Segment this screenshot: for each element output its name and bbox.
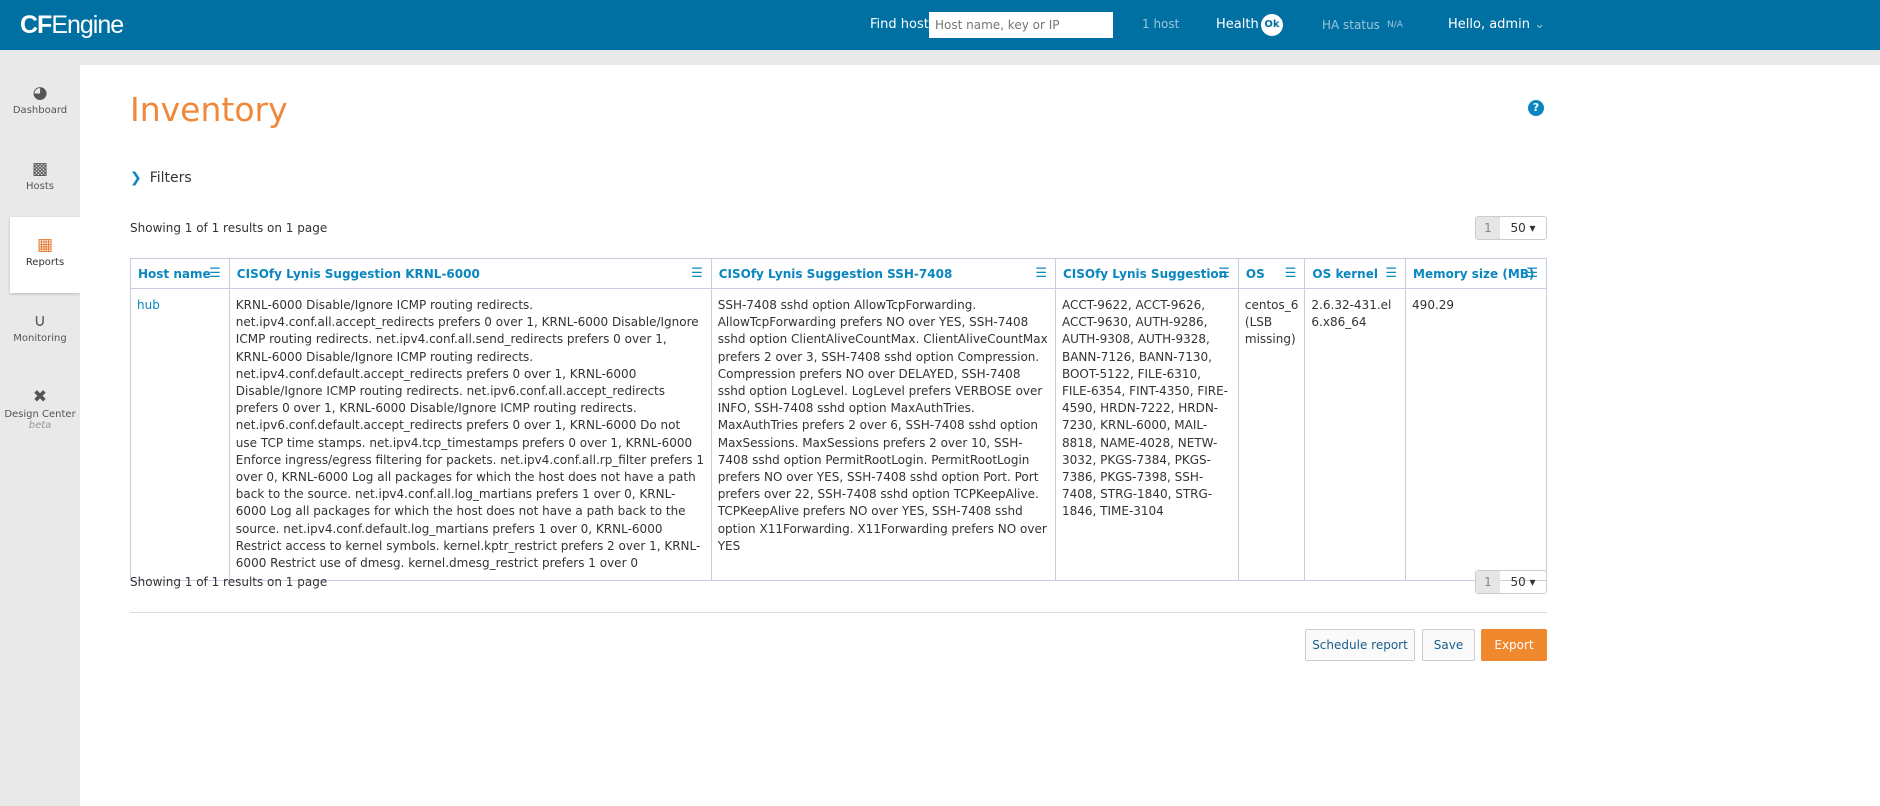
column-menu-icon[interactable]: ☰ (1526, 266, 1538, 281)
column-header-host-name[interactable]: Host name ☰ (130, 258, 230, 289)
page-button[interactable]: 1 (1476, 571, 1500, 593)
header-label: CISOfy Lynis Suggestion (1062, 266, 1228, 281)
sidebar-item-label: Monitoring (13, 333, 67, 344)
per-page-value: 50 (1510, 221, 1526, 235)
pagination-bottom: 1 50 ▾ (1475, 570, 1547, 594)
sidebar-item-label: Hosts (26, 181, 54, 192)
column-menu-icon[interactable]: ☰ (1218, 266, 1230, 281)
sidebar-item-reports[interactable]: ▦ Reports (10, 217, 80, 293)
gauge-icon: ◕ (32, 83, 48, 103)
find-host-input[interactable] (929, 12, 1113, 38)
sidebar-item-label: Reports (25, 257, 65, 268)
header-label: OS (1245, 266, 1265, 281)
column-menu-icon[interactable]: ☰ (1285, 266, 1297, 281)
host-link[interactable]: hub (137, 298, 160, 312)
per-page-select[interactable]: 50 ▾ (1500, 571, 1546, 593)
pagination-top: 1 50 ▾ (1475, 216, 1547, 240)
column-menu-icon[interactable]: ☰ (209, 266, 221, 281)
ha-status-label: HA status (1322, 18, 1380, 32)
save-button[interactable]: Save (1422, 629, 1475, 661)
export-button[interactable]: Export (1481, 629, 1547, 661)
divider (130, 612, 1547, 613)
host-count[interactable]: 1 host (1142, 17, 1179, 31)
cell-memory-size: 490.29 (1405, 287, 1547, 582)
sidebar-item-hosts[interactable]: ▩ Hosts (0, 141, 80, 217)
sidebar-item-monitoring[interactable]: ∪ Monitoring (0, 293, 80, 369)
sidebar-item-label: Dashboard (12, 105, 68, 116)
top-bar: CFEngine Find host: 1 host Health Ok HA … (0, 0, 1880, 50)
greeting: Hello, admin (1448, 17, 1530, 32)
results-summary-top: Showing 1 of 1 results on 1 page (130, 221, 328, 235)
beta-label: beta (28, 420, 52, 431)
column-header-lynis-suggestion[interactable]: CISOfy Lynis Suggestion ☰ (1054, 258, 1239, 289)
tools-icon: ✖ (32, 387, 48, 407)
header-label: OS kernel (1312, 266, 1378, 281)
header-label: Memory size (MB) (1413, 266, 1535, 281)
inventory-table: Host name ☰ CISOfy Lynis Suggestion KRNL-… (130, 258, 1547, 582)
cell-os: centos_6 (LSB missing) (1237, 287, 1306, 582)
column-header-ssh-7408[interactable]: CISOfy Lynis Suggestion SSH-7408 ☰ (710, 258, 1056, 289)
column-header-memory-size[interactable]: Memory size (MB) ☰ (1405, 258, 1547, 289)
filters-toggle[interactable]: ❯ Filters (130, 170, 200, 186)
chevron-down-icon: ⌄ (1534, 17, 1545, 32)
sidebar: ◕ Dashboard ▩ Hosts ▦ Reports ∪ Monitoring ✖… (0, 65, 80, 445)
table-row: hub KRNL-6000 Disable/Ignore ICMP routin… (130, 287, 1547, 582)
cell-os-kernel: 2.6.32-431.el6.x86_64 (1304, 287, 1407, 582)
ha-status-value: N/A (1387, 20, 1403, 30)
cell-ssh-7408: SSH-7408 sshd option AllowTcpForwarding.… (710, 287, 1056, 582)
cell-host-name: hub (130, 287, 230, 582)
per-page-value: 50 (1510, 575, 1526, 589)
column-menu-icon[interactable]: ☰ (691, 266, 703, 281)
hierarchy-icon: ▩ (31, 159, 49, 179)
results-summary-bottom: Showing 1 of 1 results on 1 page (130, 575, 328, 589)
table-icon: ▦ (36, 235, 54, 255)
schedule-report-button[interactable]: Schedule report (1305, 629, 1415, 661)
table-header-row: Host name ☰ CISOfy Lynis Suggestion KRNL-… (130, 258, 1547, 289)
column-header-krnl-6000[interactable]: CISOfy Lynis Suggestion KRNL-6000 ☰ (228, 258, 712, 289)
page-button[interactable]: 1 (1476, 217, 1500, 239)
per-page-select[interactable]: 50 ▾ (1500, 217, 1546, 239)
header-label: Host name (138, 266, 211, 281)
health-status-badge[interactable]: Ok (1261, 14, 1283, 36)
user-menu[interactable]: Hello, admin ⌄ (1448, 17, 1545, 32)
sidebar-item-label: Design Center (4, 409, 76, 420)
filters-label: Filters (149, 170, 192, 186)
page-title: Inventory (130, 90, 288, 129)
cell-lynis-suggestion: ACCT-9622, ACCT-9626, ACCT-9630, AUTH-92… (1054, 287, 1239, 582)
header-label: CISOfy Lynis Suggestion KRNL-6000 (236, 266, 480, 281)
chevron-right-icon: ❯ (130, 170, 142, 186)
column-menu-icon[interactable]: ☰ (1385, 266, 1397, 281)
header-label: CISOfy Lynis Suggestion SSH-7408 (718, 266, 953, 281)
column-header-os[interactable]: OS ☰ (1237, 258, 1306, 289)
sidebar-item-design-center[interactable]: ✖ Design Center beta (0, 369, 80, 445)
column-menu-icon[interactable]: ☰ (1035, 266, 1047, 281)
sidebar-item-dashboard[interactable]: ◕ Dashboard (0, 65, 80, 141)
stethoscope-icon: ∪ (33, 311, 47, 331)
help-icon[interactable]: ? (1528, 100, 1544, 116)
cfengine-logo[interactable]: CFEngine (20, 11, 124, 40)
find-host-label: Find host: (870, 17, 934, 32)
main-panel: Inventory ? ❯ Filters Showing 1 of 1 resu… (80, 65, 1880, 806)
health-label[interactable]: Health (1216, 17, 1259, 32)
column-header-os-kernel[interactable]: OS kernel ☰ (1304, 258, 1407, 289)
cell-krnl-6000: KRNL-6000 Disable/Ignore ICMP routing re… (228, 287, 712, 582)
